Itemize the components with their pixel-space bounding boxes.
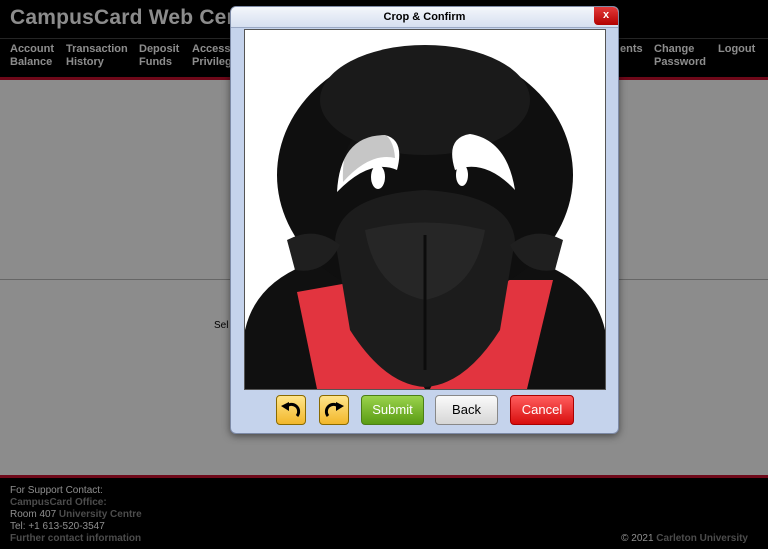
mascot-photo (245, 30, 605, 389)
cancel-button[interactable]: Cancel (510, 395, 574, 425)
rotate-left-button[interactable] (276, 395, 306, 425)
dialog-titlebar: Crop & Confirm x (231, 7, 618, 28)
submit-button[interactable]: Submit (361, 395, 424, 425)
rotate-right-button[interactable] (319, 395, 349, 425)
rotate-left-icon (281, 402, 301, 417)
dialog-title: Crop & Confirm (383, 11, 466, 23)
back-button[interactable]: Back (435, 395, 498, 425)
rotate-right-icon (324, 402, 344, 417)
dialog-button-row: Submit Back Cancel (231, 394, 618, 428)
close-button[interactable]: x (594, 7, 618, 25)
crop-confirm-dialog: Crop & Confirm x Submit Back Cancel (230, 6, 619, 434)
crop-image-area[interactable] (244, 29, 606, 390)
